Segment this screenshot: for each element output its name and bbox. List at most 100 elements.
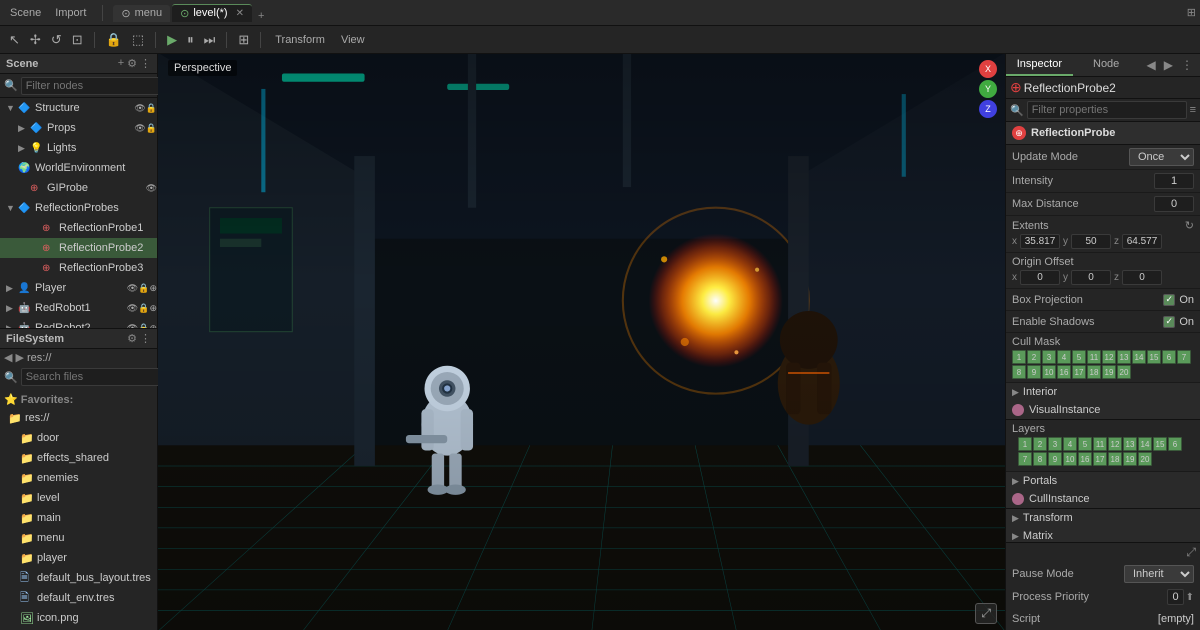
fs-item-menu[interactable]: 📁 menu [0,528,157,548]
toolbar-rotate-btn[interactable]: ↺ [48,30,65,50]
toolbar-lock-btn[interactable]: 🔒 [103,30,125,50]
enable-shadows-check[interactable]: ✓ [1163,316,1175,328]
panel-more-icon[interactable]: ⋮ [140,57,151,70]
layer-2[interactable]: 2 [1033,437,1047,451]
insp-section-matrix[interactable]: ▶ Matrix [1006,527,1200,542]
fs-item-player[interactable]: 📁 player [0,548,157,568]
viewport[interactable]: Perspective X Y Z ⤢ [158,54,1005,630]
cull-cell-5[interactable]: 5 [1072,350,1086,364]
extents-y-value[interactable]: 50 [1071,234,1111,249]
fs-item-icon[interactable]: 🖼 icon.png [0,608,157,628]
insp-section-interior[interactable]: ▶ Interior [1006,383,1200,401]
fs-item-enemies[interactable]: 📁 enemies [0,468,157,488]
viewport-y-axis[interactable]: Y [979,80,997,98]
origin-y-value[interactable]: 0 [1071,270,1111,285]
panel-settings-icon[interactable]: ⚙ [127,57,137,70]
tree-item-reflectionprobe3[interactable]: ⊕ ReflectionProbe3 [0,258,157,278]
max-distance-value[interactable]: 0 [1154,196,1194,212]
layer-6[interactable]: 6 [1168,437,1182,451]
box-projection-check[interactable]: ✓ [1163,294,1175,306]
toolbar-scale-btn[interactable]: ⊡ [69,30,86,50]
layer-8[interactable]: 8 [1033,452,1047,466]
pause-mode-select[interactable]: Inherit Stop Process [1124,565,1194,583]
cull-cell-12[interactable]: 12 [1102,350,1116,364]
toolbar-pause-btn[interactable]: ⏸ [184,30,197,50]
layer-3[interactable]: 3 [1048,437,1062,451]
cull-cell-20[interactable]: 20 [1117,365,1131,379]
import-menu-btn[interactable]: Import [49,5,92,21]
tab-level[interactable]: ⊙ level(*) ✕ [172,4,252,22]
cull-cell-7[interactable]: 7 [1177,350,1191,364]
layer-4[interactable]: 4 [1063,437,1077,451]
tab-menu[interactable]: ⊙ menu [113,5,170,22]
extents-z-value[interactable]: 64.577 [1122,234,1162,249]
fs-settings-icon[interactable]: ⚙ [127,332,137,345]
insp-filter-input[interactable] [1027,101,1187,119]
cull-cell-2[interactable]: 2 [1027,350,1041,364]
tab-close-icon[interactable]: ✕ [236,8,244,19]
insp-filter-more-icon[interactable]: ≡ [1190,104,1196,116]
layer-13[interactable]: 13 [1123,437,1137,451]
cull-cell-14[interactable]: 14 [1132,350,1146,364]
toolbar-step-btn[interactable]: ⏭ [201,30,219,50]
toolbar-move-btn[interactable]: ✢ [27,30,44,50]
origin-x-value[interactable]: 0 [1020,270,1060,285]
cull-cell-19[interactable]: 19 [1102,365,1116,379]
layer-1[interactable]: 1 [1018,437,1032,451]
tab-node[interactable]: Node [1073,54,1140,76]
transform-menu-btn[interactable]: Transform [269,32,331,48]
insp-back-btn[interactable]: ◀ [1144,57,1159,73]
layer-20[interactable]: 20 [1138,452,1152,466]
scene-filter-input[interactable] [21,77,173,95]
priority-spinner[interactable]: ⬆ [1186,592,1194,603]
tree-item-redrobot1[interactable]: ▶ 🤖 RedRobot1 👁 🔒 ⊕ [0,298,157,318]
tree-item-reflectionprobe2[interactable]: ⊕ ReflectionProbe2 [0,238,157,258]
tree-item-structure[interactable]: ▼ 🔷 Structure 👁 🔒 [0,98,157,118]
tree-item-giprobe[interactable]: ⊕ GIProbe 👁 [0,178,157,198]
origin-z-value[interactable]: 0 [1122,270,1162,285]
insp-expand-btn[interactable]: ⤢ [1186,545,1196,560]
cull-cell-17[interactable]: 17 [1072,365,1086,379]
update-mode-select[interactable]: Once Always [1129,148,1194,166]
fs-item-main[interactable]: 📁 main [0,508,157,528]
cull-cell-16[interactable]: 16 [1057,365,1071,379]
viewport-expand-btn[interactable]: ⤢ [975,603,997,624]
layer-12[interactable]: 12 [1108,437,1122,451]
fs-forward-btn[interactable]: ▶ [15,351,23,364]
tree-item-worldenv[interactable]: 🌍 WorldEnvironment [0,158,157,178]
layer-14[interactable]: 14 [1138,437,1152,451]
cull-cell-11[interactable]: 11 [1087,350,1101,364]
fs-more-icon[interactable]: ⋮ [140,332,151,345]
viewport-x-axis[interactable]: X [979,60,997,78]
tree-item-redrobot2[interactable]: ▶ 🤖 RedRobot2 👁 🔒 ⊕ [0,318,157,328]
toolbar-select-btn[interactable]: ↖ [6,30,23,50]
cull-cell-3[interactable]: 3 [1042,350,1056,364]
fs-item-door[interactable]: 📁 door [0,428,157,448]
layer-18[interactable]: 18 [1108,452,1122,466]
insp-section-transform[interactable]: ▶ Transform [1006,509,1200,527]
tab-inspector[interactable]: Inspector [1006,54,1073,76]
layer-15[interactable]: 15 [1153,437,1167,451]
add-tab-btn[interactable]: + [254,10,268,22]
panel-add-icon[interactable]: + [118,57,124,70]
tree-item-reflectionprobe1[interactable]: ⊕ ReflectionProbe1 [0,218,157,238]
scene-menu-btn[interactable]: Scene [4,5,47,21]
cull-cell-6[interactable]: 6 [1162,350,1176,364]
fs-search-input[interactable] [21,368,173,386]
toolbar-play-btn[interactable]: ▶ [164,30,180,50]
box-projection-checkbox[interactable]: ✓ On [1163,294,1194,306]
cull-cell-9[interactable]: 9 [1027,365,1041,379]
toolbar-group-btn[interactable]: ⬚ [129,30,147,50]
fs-item-res[interactable]: 📁 res:// [0,408,157,428]
toolbar-grid-btn[interactable]: ⊞ [235,30,252,50]
tree-item-reflectionprobes[interactable]: ▼ 🔷 ReflectionProbes [0,198,157,218]
cull-cell-1[interactable]: 1 [1012,350,1026,364]
insp-section-portals[interactable]: ▶ Portals [1006,472,1200,490]
maximize-icon[interactable]: ⊞ [1187,6,1196,19]
view-menu-btn[interactable]: View [335,32,371,48]
intensity-value[interactable]: 1 [1154,173,1194,189]
cull-cell-18[interactable]: 18 [1087,365,1101,379]
layer-16[interactable]: 16 [1078,452,1092,466]
tree-item-player[interactable]: ▶ 👤 Player 👁 🔒 ⊕ [0,278,157,298]
fs-item-level[interactable]: 📁 level [0,488,157,508]
